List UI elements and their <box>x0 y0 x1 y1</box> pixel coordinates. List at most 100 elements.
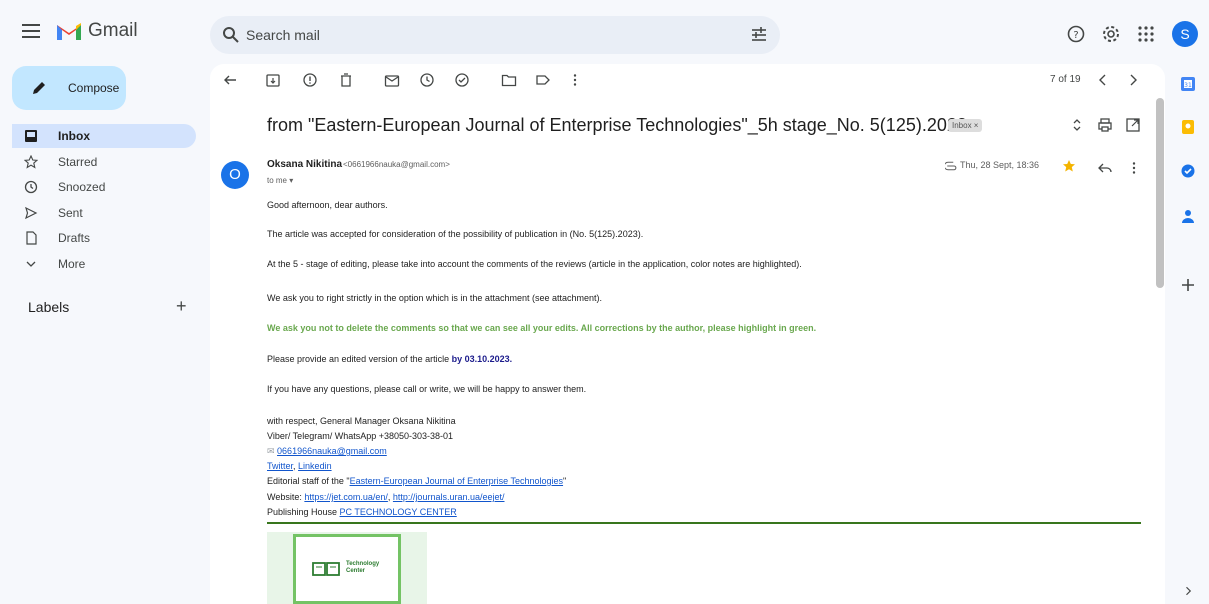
newer-chevron-left-icon[interactable] <box>1095 72 1111 88</box>
add-task-icon[interactable] <box>454 72 470 88</box>
signature-website-row: Website: https://jet.com.ua/en/, http://… <box>267 492 505 502</box>
signature-email-row: ✉ 0661966nauka@gmail.com <box>267 446 387 457</box>
email-subject: from "Eastern-European Journal of Enterp… <box>267 115 967 135</box>
settings-gear-icon[interactable] <box>1101 24 1121 44</box>
website-link-2[interactable]: http://journals.uran.ua/eejet/ <box>393 492 505 502</box>
publisher-prefix: Publishing House <box>267 507 340 517</box>
website-link-1[interactable]: https://jet.com.ua/en/ <box>304 492 388 502</box>
sender-name[interactable]: Oksana Nikitina <box>267 159 342 170</box>
sidebar-item-label: Snoozed <box>58 180 106 194</box>
mark-unread-icon[interactable] <box>384 72 400 88</box>
inbox-icon <box>25 130 37 142</box>
labels-heading: Labels <box>28 299 70 315</box>
vertical-scrollbar[interactable] <box>1156 98 1164 288</box>
twitter-link[interactable]: Twitter <box>267 461 293 471</box>
sender-email: <0661966nauka@gmail.com> <box>343 160 450 169</box>
sidebar-item-label: Sent <box>58 206 83 220</box>
report-spam-icon[interactable] <box>302 72 318 88</box>
linkedin-link[interactable]: Linkedin <box>298 461 332 471</box>
search-bar[interactable]: Search mail <box>210 16 780 54</box>
svg-text:?: ? <box>1073 30 1078 41</box>
search-input[interactable]: Search mail <box>246 27 320 43</box>
message-view: 7 of 19 from "Eastern-European Journal o… <box>210 64 1165 604</box>
send-icon <box>25 206 38 220</box>
website-prefix: Website: <box>267 492 305 502</box>
reply-arrow-icon[interactable] <box>1097 160 1113 176</box>
sidebar-item-snoozed[interactable]: Snoozed <box>12 175 196 199</box>
email-paragraph-deadline: Please provide an edited version of the … <box>267 354 512 364</box>
chevron-down-icon <box>26 261 36 267</box>
sidebar-item-label: Starred <box>58 155 98 169</box>
print-icon[interactable] <box>1097 117 1113 133</box>
email-greeting: Good afternoon, dear authors. <box>267 200 388 210</box>
email-paragraph: We ask you to right strictly in the opti… <box>267 293 602 303</box>
recipient-details-toggle[interactable]: to me ▾ <box>267 176 293 185</box>
add-addon-plus-icon[interactable] <box>1180 277 1196 293</box>
deadline-date: by 03.10.2023. <box>451 354 513 364</box>
move-to-folder-icon[interactable] <box>501 72 517 88</box>
more-vert-icon[interactable] <box>567 72 583 88</box>
compose-label: Compose <box>68 81 120 95</box>
gmail-m-icon <box>57 23 81 40</box>
add-label-button[interactable]: + <box>176 296 187 317</box>
sidebar-item-sent[interactable]: Sent <box>12 201 196 225</box>
account-avatar[interactable]: S <box>1172 21 1198 47</box>
technology-center-logo[interactable]: Technology Center <box>267 532 427 604</box>
search-options-icon[interactable] <box>750 26 768 44</box>
editorial-prefix: Editorial staff of the " <box>267 476 350 486</box>
signature-editorial-row: Editorial staff of the "Eastern-European… <box>267 476 566 486</box>
email-paragraph: The article was accepted for considerati… <box>267 229 644 239</box>
main-menu-icon[interactable] <box>22 24 40 38</box>
top-bar: Gmail Search mail ? S <box>0 0 1209 70</box>
email-date: Thu, 28 Sept, 18:36 <box>960 160 1040 170</box>
snooze-clock-icon[interactable] <box>419 72 435 88</box>
editorial-suffix: " <box>563 476 567 486</box>
signature-email-link[interactable]: 0661966nauka@gmail.com <box>277 446 387 456</box>
clock-icon <box>24 180 38 194</box>
apps-grid-icon[interactable] <box>1136 24 1156 44</box>
sidebar-item-drafts[interactable]: Drafts <box>12 226 196 250</box>
compose-button[interactable]: Compose <box>12 66 126 110</box>
sender-avatar[interactable]: O <box>221 161 249 189</box>
signature-publisher-row: Publishing House PC TECHNOLOGY CENTER <box>267 507 457 517</box>
inbox-label-chip[interactable]: Inbox × <box>948 119 983 132</box>
open-new-window-icon[interactable] <box>1125 117 1141 133</box>
label-tag-icon[interactable] <box>535 72 551 88</box>
email-paragraph: At the 5 - stage of editing, please take… <box>267 259 802 269</box>
logo-frame: Technology Center <box>293 534 401 604</box>
envelope-icon: ✉ <box>267 446 278 456</box>
publisher-link[interactable]: PC TECHNOLOGY CENTER <box>340 507 457 517</box>
sidebar-item-label: More <box>58 257 86 271</box>
calendar-icon[interactable]: 31 <box>1180 76 1196 92</box>
back-arrow-icon[interactable] <box>222 72 238 88</box>
app-name: Gmail <box>88 20 138 41</box>
signature-phone: Viber/ Telegram/ WhatsApp +38050-303-38-… <box>267 431 454 441</box>
delete-trash-icon[interactable] <box>338 72 354 88</box>
contacts-icon[interactable] <box>1180 208 1196 224</box>
show-side-panel-chevron-icon[interactable] <box>1182 585 1194 597</box>
sidebar-item-more[interactable]: More <box>12 252 196 276</box>
draft-icon <box>26 231 37 245</box>
sidebar-item-inbox[interactable]: Inbox <box>12 124 196 148</box>
sidebar-item-label: Drafts <box>58 231 91 245</box>
help-icon[interactable]: ? <box>1066 24 1086 44</box>
signature-divider <box>267 522 1141 524</box>
message-more-vert-icon[interactable] <box>1126 160 1142 176</box>
email-paragraph-green: We ask you not to delete the comments so… <box>267 323 817 333</box>
signature-social-row: Twitter, Linkedin <box>267 461 332 471</box>
sidebar-item-starred[interactable]: Starred <box>12 150 196 174</box>
email-paragraph: If you have any questions, please call o… <box>267 384 587 394</box>
search-icon[interactable] <box>222 26 240 44</box>
gmail-logo[interactable]: Gmail <box>56 20 138 42</box>
social-separator: , <box>293 461 296 471</box>
logo-caption: Technology Center <box>346 561 380 574</box>
expand-collapse-icon[interactable] <box>1069 117 1085 133</box>
older-chevron-right-icon[interactable] <box>1125 72 1141 88</box>
archive-icon[interactable] <box>265 72 281 88</box>
signature-line: with respect, General Manager Oksana Nik… <box>267 416 456 426</box>
tasks-icon[interactable] <box>1180 163 1196 179</box>
keep-icon[interactable] <box>1180 119 1196 135</box>
attachment-icon <box>945 161 957 171</box>
starred-star-icon[interactable] <box>1062 159 1076 173</box>
journal-link[interactable]: Eastern-European Journal of Enterprise T… <box>350 476 563 486</box>
